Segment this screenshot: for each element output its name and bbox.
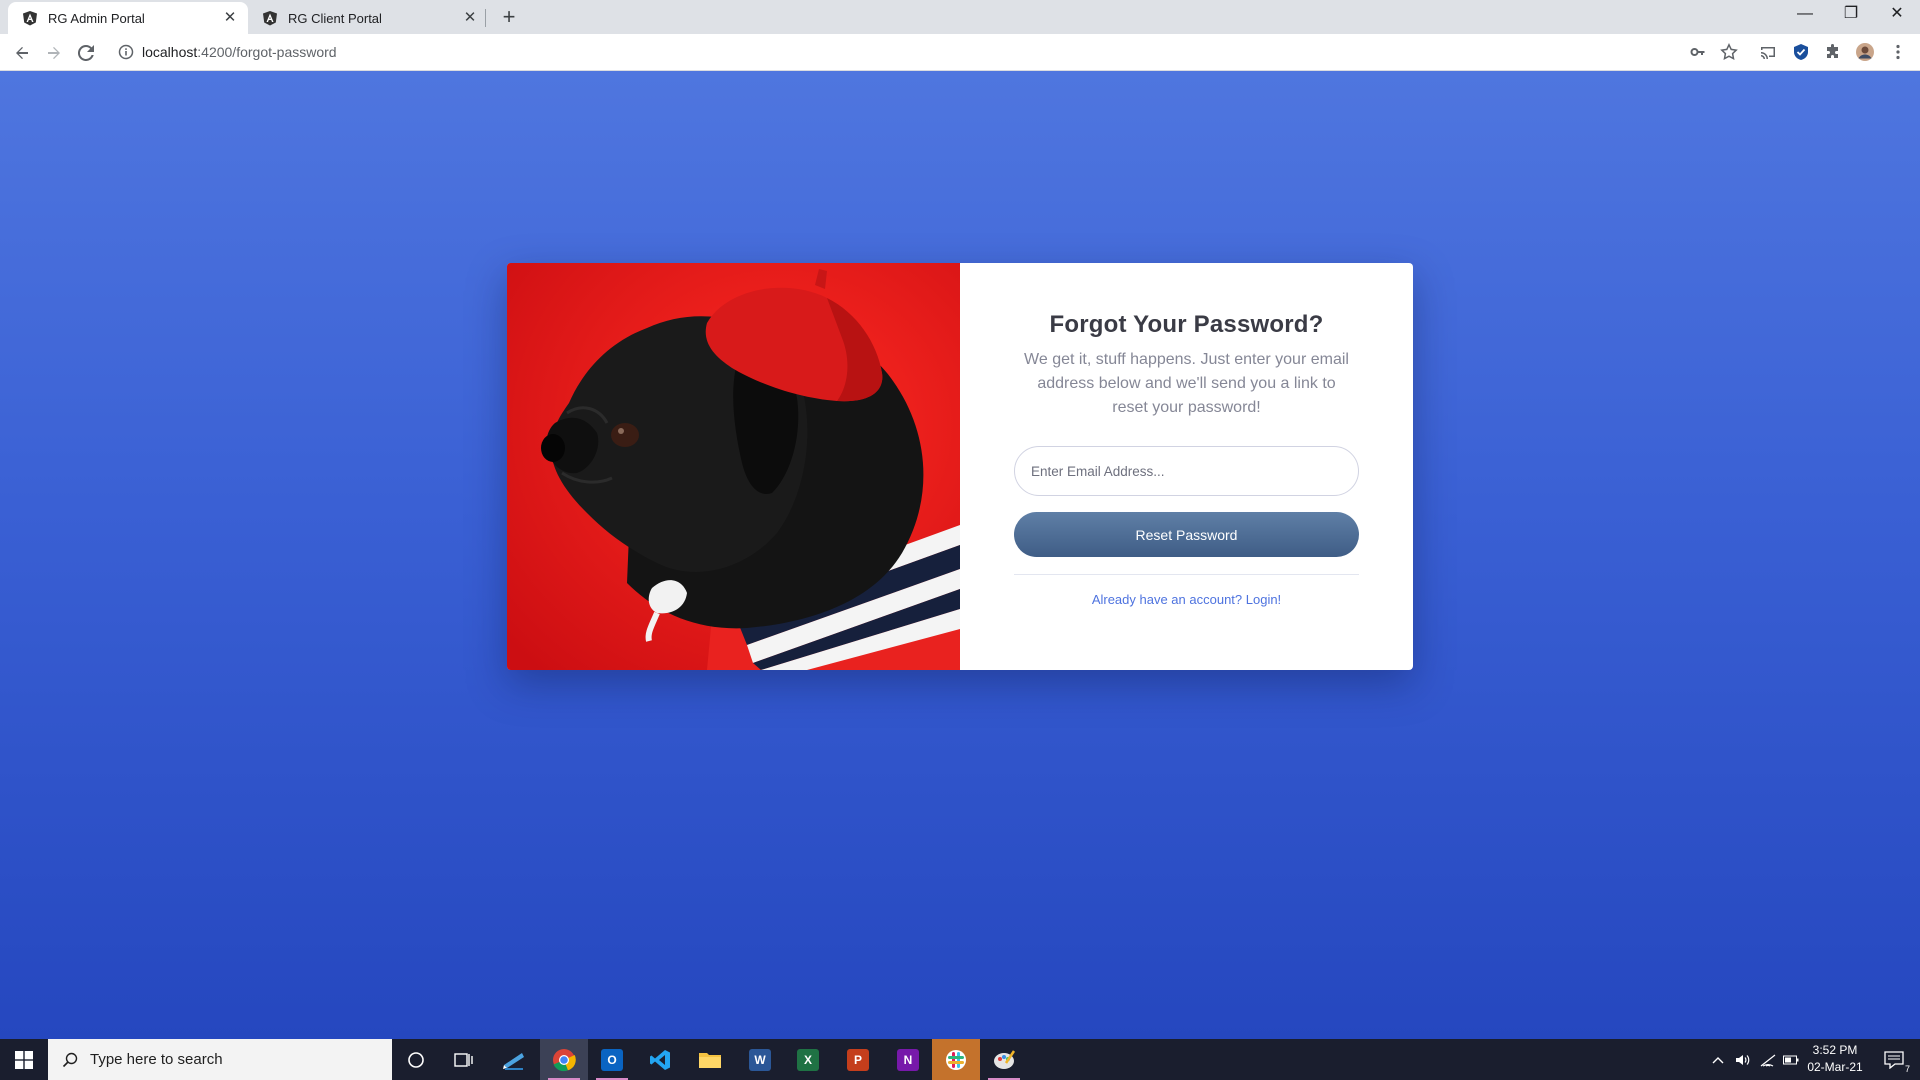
vscode-icon [650,1049,670,1070]
email-input[interactable] [1014,446,1359,496]
reset-password-button[interactable]: Reset Password [1014,512,1359,557]
cortana-button[interactable] [392,1039,440,1080]
forgot-password-card: Forgot Your Password? We get it, stuff h… [507,263,1413,670]
tab-label: RG Admin Portal [48,10,145,26]
taskbar-app-word[interactable]: W [736,1039,784,1080]
outlook-icon: O [601,1048,623,1071]
windows-logo-icon [15,1050,33,1069]
taskbar-app-vscode[interactable] [636,1039,684,1080]
taskbar-app-excel[interactable]: X [784,1039,832,1080]
start-button[interactable] [0,1039,48,1080]
paint-palette-icon [994,1049,1016,1069]
close-tab-icon[interactable]: ✕ [222,10,238,26]
windows-taskbar: Type here to search O W X P N 3:52 PM 02… [0,1039,1920,1080]
powerpoint-icon: P [847,1048,869,1071]
close-window-button[interactable]: ✕ [1874,0,1920,30]
star-icon[interactable] [1719,42,1739,62]
clock-date: 02-Mar-21 [1807,1060,1863,1074]
shield-extension-icon[interactable] [1791,42,1811,62]
arrow-left-icon [16,47,28,59]
notification-icon [1884,1050,1904,1069]
address-bar[interactable]: localhost:4200/forgot-password [112,37,1692,67]
page-background: Forgot Your Password? We get it, stuff h… [0,71,1920,1039]
excel-icon: X [797,1048,819,1071]
browser-toolbar: localhost:4200/forgot-password [0,34,1920,71]
onenote-icon: N [897,1048,919,1071]
reload-button[interactable] [72,39,100,67]
forgot-password-form: Forgot Your Password? We get it, stuff h… [960,263,1413,670]
taskbar-app-file-explorer[interactable] [686,1039,734,1080]
restore-button[interactable]: ❐ [1828,0,1874,30]
taskbar-clock[interactable]: 3:52 PM 02-Mar-21 [1800,1042,1870,1076]
taskbar-app-paint[interactable] [980,1039,1028,1080]
chrome-icon [553,1048,576,1071]
cortana-circle-icon [408,1051,424,1068]
form-description: We get it, stuff happens. Just enter you… [1024,351,1349,416]
cast-icon[interactable] [1758,42,1778,62]
url-host: localhost [142,44,198,60]
task-view-button[interactable] [440,1039,488,1080]
form-title: Forgot Your Password? [1049,311,1324,338]
search-icon [62,1052,78,1067]
speaker-icon [1736,1054,1750,1065]
new-tab-button[interactable]: + [497,5,521,29]
login-link[interactable]: Already have an account? Login! [1092,592,1281,607]
battery-button[interactable] [1780,1039,1802,1080]
taskbar-app-chrome[interactable] [540,1039,588,1080]
clock-time: 3:52 PM [1812,1043,1858,1057]
info-icon[interactable] [118,44,134,60]
taskbar-app-powerpoint[interactable]: P [834,1039,882,1080]
show-hidden-icons-button[interactable] [1706,1039,1730,1080]
profile-avatar-icon[interactable] [1855,42,1875,62]
tab-separator [485,9,486,27]
back-button[interactable] [8,39,36,67]
angular-icon [263,11,277,26]
tab-rg-admin-portal[interactable]: RG Admin Portal ✕ [8,2,248,34]
battery-icon [1783,1055,1799,1064]
slack-icon [946,1049,966,1070]
network-button[interactable] [1756,1039,1780,1080]
word-icon: W [749,1048,771,1071]
pen-tool-icon [503,1052,524,1070]
forward-button[interactable] [40,39,68,67]
wifi-icon [1760,1054,1776,1067]
browser-tabstrip: RG Admin Portal ✕ RG Client Portal ✕ + —… [0,0,1920,34]
taskbar-search-box[interactable]: Type here to search [48,1039,392,1080]
angular-icon [23,11,37,26]
tab-rg-client-portal[interactable]: RG Client Portal ✕ [248,2,488,34]
kebab-menu-icon[interactable] [1888,42,1908,62]
taskbar-app-pinned-tool[interactable] [490,1039,538,1080]
url-path: :4200/forgot-password [197,44,337,60]
key-icon[interactable] [1688,42,1708,62]
folder-icon [699,1052,721,1068]
url-text: localhost:4200/forgot-password [142,44,337,60]
tab-label: RG Client Portal [288,10,382,26]
notification-count: 7 [1904,1064,1910,1074]
reload-icon [78,45,94,61]
taskbar-app-slack[interactable] [932,1039,980,1080]
taskbar-app-onenote[interactable]: N [884,1039,932,1080]
taskbar-app-outlook[interactable]: O [588,1039,636,1080]
minimize-button[interactable]: — [1782,0,1828,30]
puzzle-icon[interactable] [1823,42,1843,62]
chevron-up-icon [1712,1056,1724,1063]
volume-button[interactable] [1731,1039,1755,1080]
notification-center-button[interactable]: 7 [1872,1039,1916,1080]
form-divider [1014,574,1359,575]
task-view-icon [454,1052,473,1067]
pug-beret-image [507,263,960,670]
close-tab-icon[interactable]: ✕ [462,10,478,26]
arrow-right-icon [48,47,60,59]
search-placeholder: Type here to search [90,1051,223,1068]
